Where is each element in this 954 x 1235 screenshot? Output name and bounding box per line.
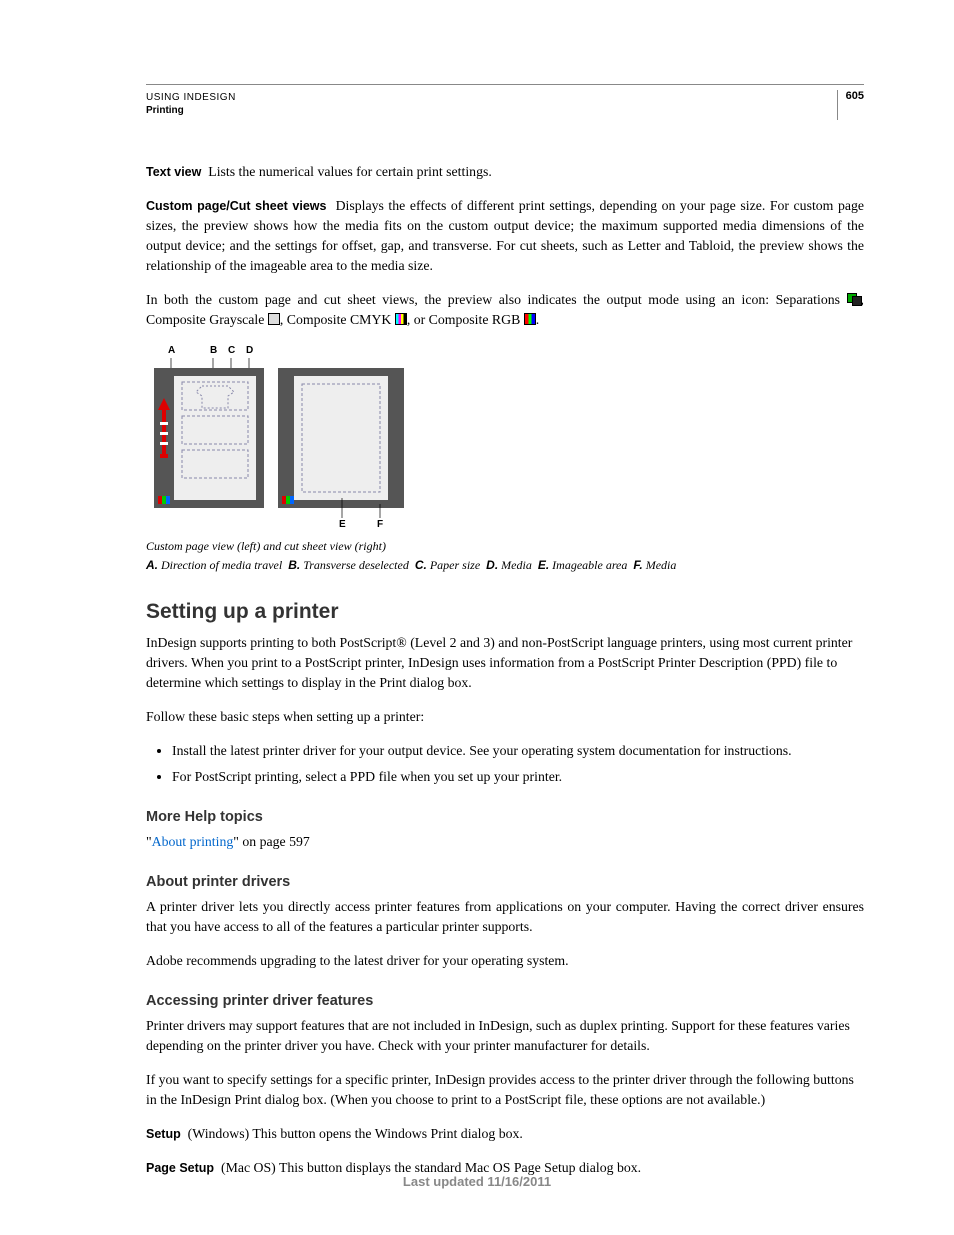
label-a: A	[168, 344, 175, 359]
figure-top-labels: A B C D	[146, 344, 864, 358]
def-custom-view: Custom page/Cut sheet views Displays the…	[146, 196, 864, 276]
features-p1: Printer drivers may support features tha…	[146, 1016, 864, 1056]
term-body: Lists the numerical values for certain p…	[208, 164, 492, 179]
term-label: Custom page/Cut sheet views	[146, 199, 326, 213]
term-body: (Windows) This button opens the Windows …	[188, 1126, 523, 1141]
key-e-text: Imageable area	[552, 558, 627, 572]
figure-svg	[146, 358, 406, 518]
drivers-p1: A printer driver lets you directly acces…	[146, 897, 864, 937]
label-f: F	[377, 518, 383, 533]
key-a-text: Direction of media travel	[161, 558, 282, 572]
def-text-view: Text view Lists the numerical values for…	[146, 162, 864, 182]
grayscale-icon	[268, 313, 280, 325]
key-c: C.	[415, 558, 427, 572]
list-item: Install the latest printer driver for yo…	[172, 741, 864, 761]
page: 605 USING INDESIGN Printing Text view Li…	[0, 0, 954, 1235]
def-setup: Setup (Windows) This button opens the Wi…	[146, 1124, 864, 1144]
key-c-text: Paper size	[430, 558, 480, 572]
content: Text view Lists the numerical values for…	[146, 162, 864, 1178]
header-rule	[146, 84, 864, 85]
key-b-text: Transverse deselected	[303, 558, 409, 572]
text: , or Composite RGB	[407, 312, 524, 327]
running-title: USING INDESIGN	[146, 92, 864, 103]
more-help-tail: " on page 597	[233, 834, 310, 849]
text: .	[536, 312, 539, 327]
figure-key: A. Direction of media travel B. Transver…	[146, 557, 864, 574]
footer-last-updated: Last updated 11/16/2011	[0, 1174, 954, 1189]
key-b: B.	[288, 558, 300, 572]
label-d: D	[246, 344, 253, 359]
term-label: Text view	[146, 165, 201, 179]
list-item: For PostScript printing, select a PPD fi…	[172, 767, 864, 787]
heading-more-help: More Help topics	[146, 807, 864, 828]
icons-paragraph: In both the custom page and cut sheet vi…	[146, 290, 864, 330]
features-p2: If you want to specify settings for a sp…	[146, 1070, 864, 1110]
key-f: F.	[633, 558, 642, 572]
figure-bottom-labels: E F	[146, 518, 864, 532]
running-section: Printing	[146, 105, 864, 116]
link-about-printing[interactable]: About printing	[152, 834, 234, 849]
key-a: A.	[146, 558, 158, 572]
key-e: E.	[538, 558, 549, 572]
steps-lead: Follow these basic steps when setting up…	[146, 707, 864, 727]
text: In both the custom page and cut sheet vi…	[146, 292, 847, 307]
rgb-icon	[524, 313, 536, 325]
text: , Composite CMYK	[280, 312, 395, 327]
cmyk-icon	[395, 313, 407, 325]
label-b: B	[210, 344, 217, 359]
key-f-text: Media	[646, 558, 677, 572]
term-label: Setup	[146, 1127, 181, 1141]
drivers-p2: Adobe recommends upgrading to the latest…	[146, 951, 864, 971]
separations-icon	[847, 293, 861, 305]
heading-setting-up-printer: Setting up a printer	[146, 597, 864, 627]
more-help-line: "About printing" on page 597	[146, 832, 864, 852]
heading-driver-features: Accessing printer driver features	[146, 991, 864, 1012]
label-c: C	[228, 344, 235, 359]
figure: A B C D	[146, 344, 864, 575]
steps-list: Install the latest printer driver for yo…	[146, 741, 864, 787]
heading-about-drivers: About printer drivers	[146, 872, 864, 893]
section-intro: InDesign supports printing to both PostS…	[146, 633, 864, 693]
key-d-text: Media	[501, 558, 532, 572]
key-d: D.	[486, 558, 498, 572]
label-e: E	[339, 518, 346, 533]
figure-caption: Custom page view (left) and cut sheet vi…	[146, 538, 864, 555]
page-number: 605	[837, 90, 864, 120]
